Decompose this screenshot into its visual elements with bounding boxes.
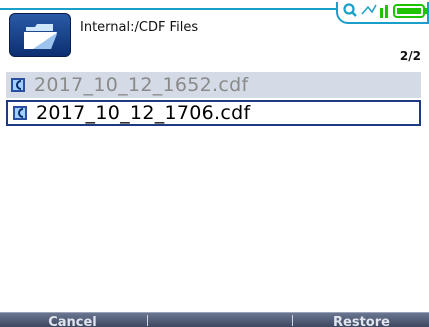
status-indicators bbox=[336, 2, 429, 24]
file-name: 2017_10_12_1706.cdf bbox=[36, 102, 251, 124]
page-counter: 2/2 bbox=[399, 49, 421, 63]
file-browser-screen: Internal:/CDF Files 2/2 2017_10_12_1652.… bbox=[0, 0, 429, 327]
cdf-file-icon bbox=[12, 105, 28, 121]
cdf-file-icon bbox=[10, 77, 26, 93]
softkey-2-button[interactable] bbox=[149, 313, 290, 327]
file-name: 2017_10_12_1652.cdf bbox=[34, 74, 249, 96]
softkey-divider bbox=[147, 315, 148, 326]
softkey-divider bbox=[292, 315, 293, 326]
folder-button[interactable] bbox=[9, 13, 71, 57]
header: Internal:/CDF Files 2/2 bbox=[0, 0, 429, 63]
battery-icon bbox=[393, 4, 427, 18]
file-list: 2017_10_12_1652.cdf 2017_10_12_1706.cdf bbox=[6, 72, 421, 128]
open-folder-icon bbox=[24, 24, 57, 49]
file-row[interactable]: 2017_10_12_1652.cdf bbox=[6, 72, 421, 98]
signal-icon bbox=[361, 4, 388, 18]
file-row-selected[interactable]: 2017_10_12_1706.cdf bbox=[6, 100, 421, 126]
search-icon bbox=[343, 3, 357, 17]
path-title: Internal:/CDF Files bbox=[80, 20, 199, 35]
softkey-bar: Cancel Restore bbox=[0, 312, 429, 327]
cancel-button[interactable]: Cancel bbox=[0, 313, 145, 327]
restore-button[interactable]: Restore bbox=[294, 313, 429, 327]
